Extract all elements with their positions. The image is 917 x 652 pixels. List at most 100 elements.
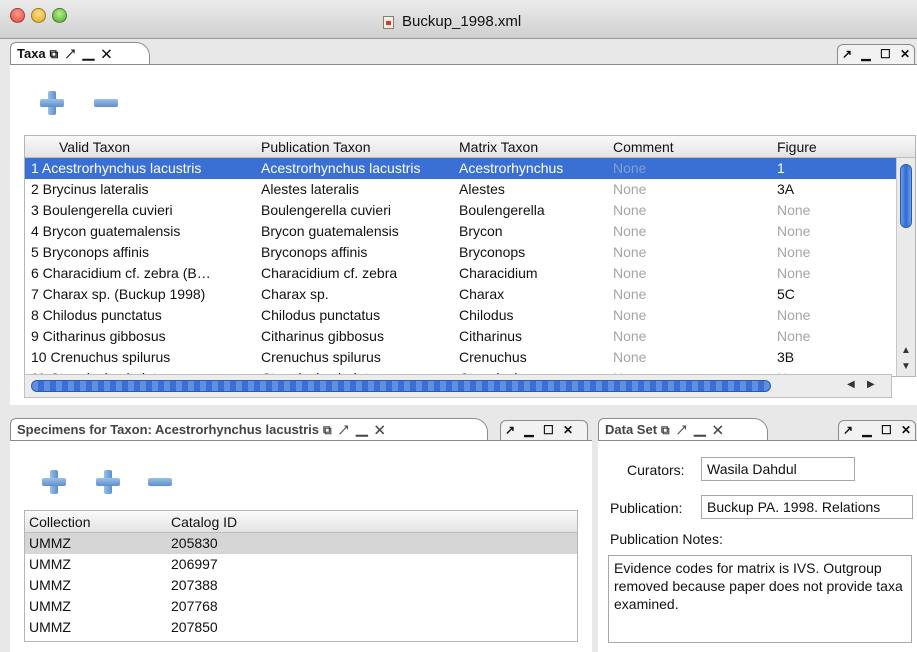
- taxa-cell-valid[interactable]: 1 Acestrorhynchus lacustris: [31, 160, 249, 176]
- add-specimens-multiple-icon[interactable]: [96, 470, 120, 494]
- taxa-cell-figure[interactable]: 1: [777, 160, 887, 176]
- taxa-cell-matrix[interactable]: Alestes: [459, 181, 607, 197]
- specimen-cell-collection[interactable]: UMMZ: [29, 535, 159, 551]
- taxa-cell-matrix[interactable]: Brycon: [459, 223, 607, 239]
- specimen-table-row[interactable]: UMMZ 205830: [25, 533, 577, 554]
- add-taxon-icon[interactable]: [40, 91, 64, 115]
- taxa-cell-comment[interactable]: None: [613, 202, 769, 218]
- taxa-table-row[interactable]: 4 Brycon guatemalensis Brycon guatemalens…: [25, 221, 915, 242]
- taxa-cell-publication[interactable]: Acestrorhynchus lacustris: [261, 160, 453, 176]
- curators-field[interactable]: Wasila Dahdul: [701, 457, 855, 481]
- taxa-table-row[interactable]: 3 Boulengerella cuvieri Boulengerella cuv…: [25, 200, 915, 221]
- taxa-cell-matrix[interactable]: Charax: [459, 286, 607, 302]
- taxa-cell-valid[interactable]: 5 Bryconops affinis: [31, 244, 249, 260]
- specimen-cell-catalog[interactable]: 207850: [171, 619, 371, 635]
- tab-taxa[interactable]: Taxa ⧉ ↗ ▁ ✕: [10, 42, 150, 64]
- tab-specimens[interactable]: Specimens for Taxon: Acestrorhynchus lac…: [10, 418, 488, 440]
- taxa-cell-publication[interactable]: Boulengerella cuvieri: [261, 202, 453, 218]
- specimen-cell-collection[interactable]: UMMZ: [29, 619, 159, 635]
- specimen-cell-collection[interactable]: UMMZ: [29, 598, 159, 614]
- taxa-table-row[interactable]: 9 Citharinus gibbosus Citharinus gibbosus…: [25, 326, 915, 347]
- taxa-horizontal-scrollbar[interactable]: ◀ ▶: [24, 374, 892, 398]
- specimens-window-controls[interactable]: ↗ ▁ ☐ ✕: [500, 420, 588, 440]
- publication-notes-textarea[interactable]: Evidence codes for matrix is IVS. Outgro…: [608, 555, 912, 643]
- taxa-cell-comment[interactable]: None: [613, 286, 769, 302]
- tab-data-set[interactable]: Data Set ⧉ ↗ ▁ ✕: [598, 418, 768, 440]
- col-comment[interactable]: Comment: [613, 139, 674, 155]
- taxa-table-row[interactable]: 10 Crenuchus spilurus Crenuchus spilurus C…: [25, 347, 915, 368]
- publication-field[interactable]: Buckup PA. 1998. Relations: [701, 495, 913, 519]
- specimen-table-row[interactable]: UMMZ 206997: [25, 554, 577, 575]
- specimen-cell-collection[interactable]: UMMZ: [29, 577, 159, 593]
- taxa-window-controls[interactable]: ↗ ▁ ☐ ✕: [837, 44, 915, 64]
- taxa-cell-publication[interactable]: Chilodus punctatus: [261, 307, 453, 323]
- taxa-cell-figure[interactable]: None: [777, 328, 887, 344]
- scroll-up-arrow-icon[interactable]: ▲: [901, 345, 911, 356]
- taxa-cell-comment[interactable]: None: [613, 265, 769, 281]
- taxa-cell-publication[interactable]: Crenuchus spilurus: [261, 349, 453, 365]
- col-valid-taxon[interactable]: Valid Taxon: [59, 139, 130, 155]
- scroll-left-arrow-icon[interactable]: ◀: [847, 379, 855, 390]
- taxa-cell-comment[interactable]: None: [613, 181, 769, 197]
- specimen-table-row[interactable]: UMMZ 207850: [25, 617, 577, 638]
- taxa-cell-figure[interactable]: 3A: [777, 181, 887, 197]
- taxa-cell-publication[interactable]: Bryconops affinis: [261, 244, 453, 260]
- taxa-cell-publication[interactable]: Brycon guatemalensis: [261, 223, 453, 239]
- taxa-cell-matrix[interactable]: Citharinus: [459, 328, 607, 344]
- scroll-right-arrow-icon[interactable]: ▶: [867, 379, 875, 390]
- taxa-table-row[interactable]: 7 Charax sp. (Buckup 1998) Charax sp. Char…: [25, 284, 915, 305]
- taxa-cell-valid[interactable]: 8 Chilodus punctatus: [31, 307, 249, 323]
- col-collection[interactable]: Collection: [29, 514, 90, 530]
- specimen-table-row[interactable]: UMMZ 207388: [25, 575, 577, 596]
- taxa-cell-matrix[interactable]: Bryconops: [459, 244, 607, 260]
- taxa-table-row[interactable]: 8 Chilodus punctatus Chilodus punctatus Ch…: [25, 305, 915, 326]
- remove-taxon-icon[interactable]: [94, 99, 118, 107]
- taxa-cell-valid[interactable]: 9 Citharinus gibbosus: [31, 328, 249, 344]
- taxa-cell-figure[interactable]: 3B: [777, 349, 887, 365]
- specimen-table-row[interactable]: UMMZ 207768: [25, 596, 577, 617]
- taxa-cell-figure[interactable]: None: [777, 265, 887, 281]
- dataset-window-controls[interactable]: ↗ ▁ ☐ ✕: [838, 420, 916, 440]
- taxa-cell-comment[interactable]: None: [613, 244, 769, 260]
- taxa-vertical-scroll-thumb[interactable]: [900, 164, 912, 228]
- col-publication-taxon[interactable]: Publication Taxon: [261, 139, 370, 155]
- taxa-cell-figure[interactable]: None: [777, 307, 887, 323]
- taxa-cell-matrix[interactable]: Crenuchus: [459, 349, 607, 365]
- taxa-cell-publication[interactable]: Charax sp.: [261, 286, 453, 302]
- taxa-vertical-scrollbar[interactable]: ▲ ▼: [896, 158, 915, 376]
- tab-specimens-icons[interactable]: ⧉ ↗ ▁ ✕: [323, 423, 386, 437]
- specimen-cell-catalog[interactable]: 205830: [171, 535, 371, 551]
- taxa-cell-publication[interactable]: Characidium cf. zebra: [261, 265, 453, 281]
- taxa-cell-valid[interactable]: 10 Crenuchus spilurus: [31, 349, 249, 365]
- taxa-cell-figure[interactable]: None: [777, 244, 887, 260]
- taxa-table-row[interactable]: 5 Bryconops affinis Bryconops affinis Bryc…: [25, 242, 915, 263]
- taxa-cell-comment[interactable]: None: [613, 160, 769, 176]
- specimen-cell-catalog[interactable]: 206997: [171, 556, 371, 572]
- taxa-table-row[interactable]: 2 Brycinus lateralis Alestes lateralis Ale…: [25, 179, 915, 200]
- taxa-cell-publication[interactable]: Alestes lateralis: [261, 181, 453, 197]
- specimen-cell-collection[interactable]: UMMZ: [29, 556, 159, 572]
- taxa-cell-matrix[interactable]: Chilodus: [459, 307, 607, 323]
- specimen-cell-catalog[interactable]: 207388: [171, 577, 371, 593]
- taxa-cell-matrix[interactable]: Characidium: [459, 265, 607, 281]
- remove-specimen-icon[interactable]: [148, 478, 172, 486]
- taxa-cell-comment[interactable]: None: [613, 328, 769, 344]
- zoom-window-button[interactable]: [52, 8, 67, 23]
- taxa-cell-valid[interactable]: 6 Characidium cf. zebra (B…: [31, 265, 249, 281]
- minimize-window-button[interactable]: [31, 8, 46, 23]
- taxa-cell-comment[interactable]: None: [613, 223, 769, 239]
- scroll-down-arrow-icon[interactable]: ▼: [901, 361, 911, 372]
- taxa-cell-comment[interactable]: None: [613, 307, 769, 323]
- taxa-cell-figure[interactable]: None: [777, 223, 887, 239]
- taxa-cell-matrix[interactable]: Acestrorhynchus: [459, 160, 607, 176]
- close-window-button[interactable]: [10, 8, 25, 23]
- taxa-horizontal-scroll-thumb[interactable]: [31, 380, 771, 392]
- taxa-table-row[interactable]: 6 Characidium cf. zebra (B… Characidium c…: [25, 263, 915, 284]
- taxa-cell-valid[interactable]: 7 Charax sp. (Buckup 1998): [31, 286, 249, 302]
- taxa-cell-matrix[interactable]: Boulengerella: [459, 202, 607, 218]
- taxa-cell-valid[interactable]: 2 Brycinus lateralis: [31, 181, 249, 197]
- tab-data-set-icons[interactable]: ⧉ ↗ ▁ ✕: [661, 423, 724, 437]
- taxa-cell-publication[interactable]: Citharinus gibbosus: [261, 328, 453, 344]
- taxa-cell-valid[interactable]: 4 Brycon guatemalensis: [31, 223, 249, 239]
- col-matrix-taxon[interactable]: Matrix Taxon: [459, 139, 538, 155]
